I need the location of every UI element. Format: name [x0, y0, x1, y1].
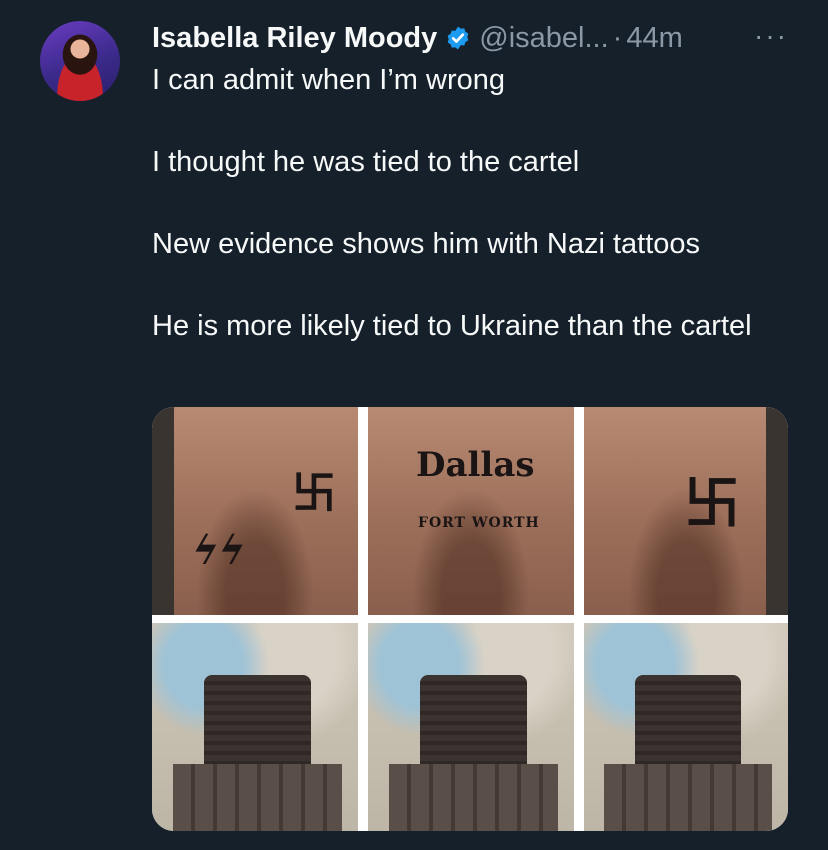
tweet-line: I thought he was tied to the cartel — [152, 146, 580, 178]
tweet-line: He is more likely tied to Ukraine than t… — [152, 310, 752, 342]
tattoo-photo-back[interactable]: Dallas FORT WORTH — [368, 407, 574, 615]
media-grid[interactable]: 卐 ϟϟ Dallas FORT WORTH 卐 — [152, 407, 788, 831]
tweet-text: I can admit when I’m wrong I thought he … — [152, 60, 792, 347]
avatar[interactable] — [40, 21, 120, 101]
separator-dot: · — [612, 21, 623, 54]
vest-photo[interactable] — [368, 623, 574, 831]
tattoo-symbol: 卐 — [684, 471, 740, 537]
tattoo-symbol: 卐 — [292, 468, 336, 519]
verified-badge-icon — [447, 26, 469, 50]
tattoo-photo-chest[interactable]: 卐 — [584, 407, 788, 615]
timestamp[interactable]: 44m — [626, 22, 682, 55]
author-name[interactable]: Isabella Riley Moody — [152, 22, 437, 55]
author-handle[interactable]: @isabel... — [479, 22, 608, 55]
tweet-line: New evidence shows him with Nazi tattoos — [152, 228, 701, 260]
tattoo-photo-arm[interactable]: 卐 ϟϟ — [152, 407, 358, 615]
tweet-line: I can admit when I’m wrong — [152, 64, 505, 96]
vest-photo[interactable] — [152, 623, 358, 831]
more-options-icon[interactable]: ··· — [754, 22, 788, 50]
vest-photo[interactable] — [584, 623, 788, 831]
tattoo-text-fort-worth: FORT WORTH — [418, 515, 540, 531]
tweet-header: Isabella Riley Moody @isabel... · 44m — [152, 18, 788, 58]
tattoo-text-dallas: Dallas — [416, 445, 535, 485]
